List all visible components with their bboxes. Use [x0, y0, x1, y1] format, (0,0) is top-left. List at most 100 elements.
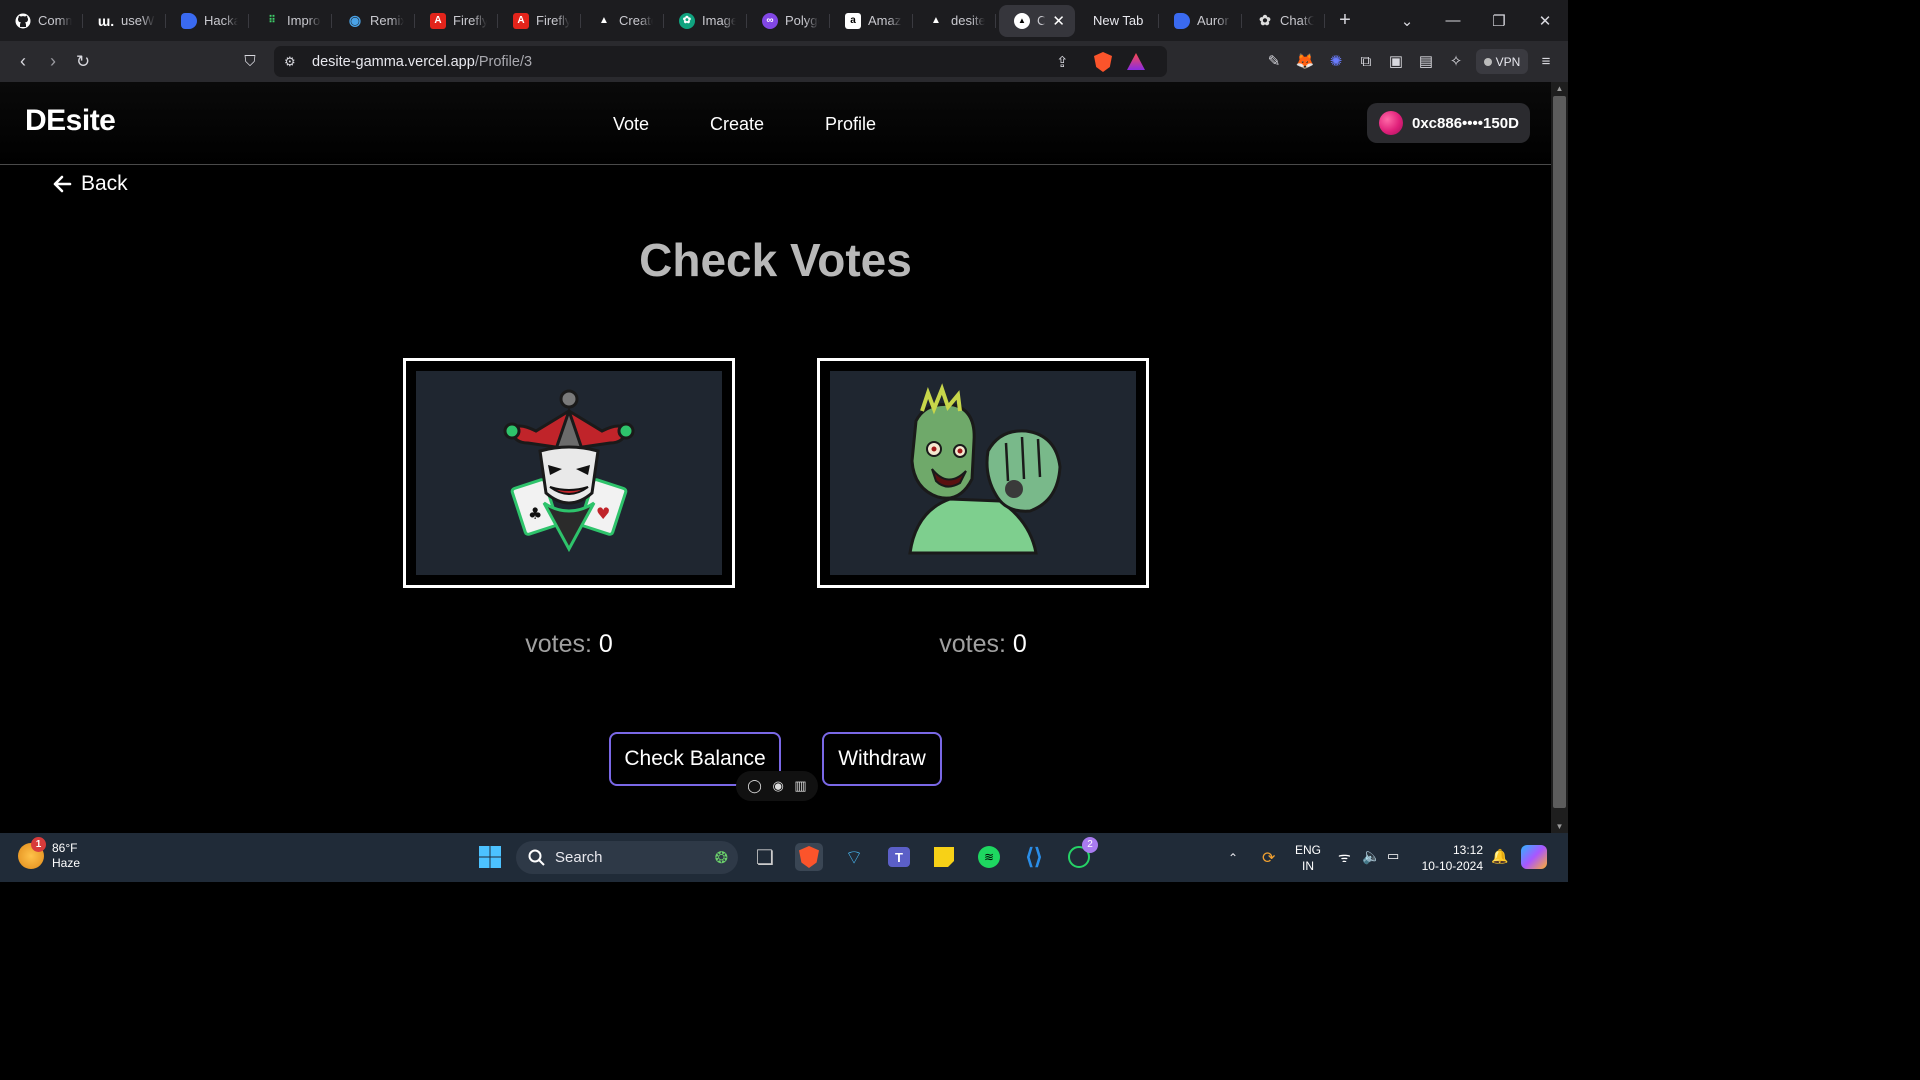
share-icon[interactable]: ⇪: [1056, 53, 1069, 71]
brave-shield-icon[interactable]: [1094, 52, 1112, 72]
back-link[interactable]: Back: [52, 172, 128, 196]
tab-polygon[interactable]: ∞ Polygo: [747, 5, 830, 37]
candidate-card[interactable]: [817, 358, 1149, 588]
brave-browser-icon[interactable]: [795, 843, 823, 871]
url-host: desite-gamma.vercel.app: [312, 53, 475, 70]
tab-usew[interactable]: ɯ. useW: [83, 5, 166, 37]
candidate-card[interactable]: ♣ ♥: [403, 358, 735, 588]
tab-label: Impro: [287, 13, 321, 28]
nav-vote[interactable]: Vote: [613, 114, 649, 135]
withdraw-button[interactable]: Withdraw: [822, 732, 942, 786]
arrow-left-icon: [53, 175, 72, 193]
tab-remix[interactable]: ◉ Remix: [332, 5, 415, 37]
nav-profile[interactable]: Profile: [825, 114, 876, 135]
bookmark-icon[interactable]: ⛉: [235, 53, 265, 70]
tab-image[interactable]: ✿ Image: [664, 5, 747, 37]
whatsapp-icon[interactable]: 2: [1065, 837, 1098, 871]
sync-icon[interactable]: ⟳: [1262, 848, 1275, 868]
blue-shield-icon: [181, 12, 197, 29]
site-settings-icon[interactable]: ⚙: [284, 54, 296, 70]
search-highlight-icon: ❂: [714, 849, 728, 867]
forward-nav-icon[interactable]: ›: [38, 51, 68, 72]
browser-toolbar: ‹ › ↻ ⛉ ⚙ desite-gamma.vercel.app/Profil…: [0, 41, 1568, 82]
wallet-icon[interactable]: ▤: [1416, 51, 1436, 71]
tab-label: Create: [619, 13, 653, 28]
tab-label: Remix: [370, 13, 404, 28]
close-icon[interactable]: ✕: [1052, 12, 1065, 30]
tab-chatgpt[interactable]: ✿ ChatG: [1242, 5, 1325, 37]
nav-create[interactable]: Create: [710, 114, 764, 135]
spotify-icon[interactable]: ≋: [975, 843, 1003, 871]
url-bar[interactable]: ⚙ desite-gamma.vercel.app/Profile/3 ⇪: [274, 46, 1167, 77]
windows-start-icon[interactable]: [476, 843, 504, 871]
tab-firefly-1[interactable]: A Firefly: [415, 5, 498, 37]
site-logo[interactable]: DEsite: [25, 104, 116, 138]
close-window-icon[interactable]: ✕: [1522, 12, 1568, 30]
tab-github[interactable]: Comm: [0, 5, 83, 37]
restore-icon[interactable]: ❐: [1476, 12, 1522, 30]
scroll-down-icon[interactable]: ▼: [1554, 822, 1565, 831]
url-text[interactable]: desite-gamma.vercel.app/Profile/3: [312, 54, 532, 70]
language-indicator[interactable]: ENG IN: [1295, 842, 1321, 874]
metamask-icon[interactable]: 🦊: [1295, 51, 1315, 71]
vscode-icon[interactable]: ⟨⟩: [1020, 843, 1048, 871]
polygon-icon: ∞: [762, 12, 778, 29]
wallet-avatar: [1379, 111, 1403, 135]
tab-label: desite: [951, 13, 985, 28]
vercel-icon: ▲: [931, 15, 941, 26]
tab-new-tab[interactable]: New Tab: [1079, 5, 1159, 37]
sticky-notes-icon[interactable]: [930, 843, 958, 871]
votes-value: 0: [1012, 630, 1027, 658]
clock[interactable]: 13:12 10-10-2024: [1419, 842, 1483, 874]
extensions-icon[interactable]: ⧉: [1356, 51, 1376, 71]
vpn-label: VPN: [1495, 54, 1521, 69]
weather-sun-icon: 1: [18, 837, 46, 869]
brave-rewards-icon[interactable]: [1127, 53, 1145, 70]
chevron-up-icon[interactable]: ⌃: [1228, 851, 1242, 865]
search-icon: [528, 849, 545, 866]
new-tab-button[interactable]: +: [1331, 9, 1359, 32]
amazon-icon: a: [845, 12, 861, 29]
pen-extension-icon[interactable]: ✎: [1264, 51, 1284, 71]
notification-bell-icon[interactable]: 🔔: [1491, 848, 1508, 865]
reload-icon[interactable]: ↻: [68, 52, 98, 72]
volume-icon[interactable]: 🔈: [1362, 847, 1381, 865]
tab-improve[interactable]: ⠿ Impro: [249, 5, 332, 37]
tab-hackathon[interactable]: Hacka: [166, 5, 249, 37]
tab-firefly-2[interactable]: A Firefly: [498, 5, 581, 37]
tab-label: Firefly: [453, 13, 487, 28]
tab-search-chevron-icon[interactable]: ⌄: [1384, 12, 1430, 30]
tab-active[interactable]: ▲ C ✕: [999, 4, 1075, 37]
teams-icon[interactable]: T: [885, 843, 913, 871]
sidebar-icon[interactable]: ▣: [1386, 51, 1406, 71]
wifi-app-icon[interactable]: ⌔: [840, 843, 868, 871]
minimize-icon[interactable]: —: [1430, 12, 1476, 29]
vpn-button[interactable]: VPN: [1476, 49, 1528, 74]
scrollbar-thumb[interactable]: [1553, 96, 1566, 808]
page-scrollbar[interactable]: ▲ ▼: [1551, 82, 1568, 833]
reader-icon[interactable]: ▥: [794, 778, 806, 794]
tab-aurora[interactable]: Auror: [1159, 5, 1242, 37]
gear-extension-icon[interactable]: ✺: [1326, 51, 1346, 71]
menu-icon[interactable]: ≡: [1536, 51, 1556, 71]
battery-icon[interactable]: ▭: [1387, 848, 1399, 864]
tab-amazon[interactable]: a Amazo: [830, 5, 913, 37]
tab-create[interactable]: ▲ Create: [581, 5, 664, 37]
weather-widget[interactable]: 1 86°F Haze: [18, 837, 80, 871]
comment-icon[interactable]: ◯: [747, 778, 762, 794]
copilot-icon[interactable]: [1521, 845, 1547, 869]
tab-label: Polygo: [785, 13, 819, 28]
back-nav-icon[interactable]: ‹: [8, 51, 38, 72]
scroll-up-icon[interactable]: ▲: [1554, 84, 1565, 93]
triangle-icon: ▲: [599, 15, 609, 26]
wifi-icon[interactable]: ᯤ: [1338, 848, 1351, 867]
tab-desite[interactable]: ▲ desite: [913, 5, 996, 37]
taskbar-search[interactable]: Search ❂: [516, 841, 738, 874]
back-label: Back: [81, 172, 128, 195]
wallet-button[interactable]: 0xc886••••150D: [1367, 103, 1530, 143]
leo-ai-icon[interactable]: ✧: [1446, 51, 1466, 71]
task-view-icon[interactable]: ❏: [751, 843, 779, 871]
search-placeholder: Search: [555, 849, 603, 866]
tab-label: useW: [121, 13, 155, 28]
eye-icon[interactable]: ◉: [772, 778, 783, 794]
